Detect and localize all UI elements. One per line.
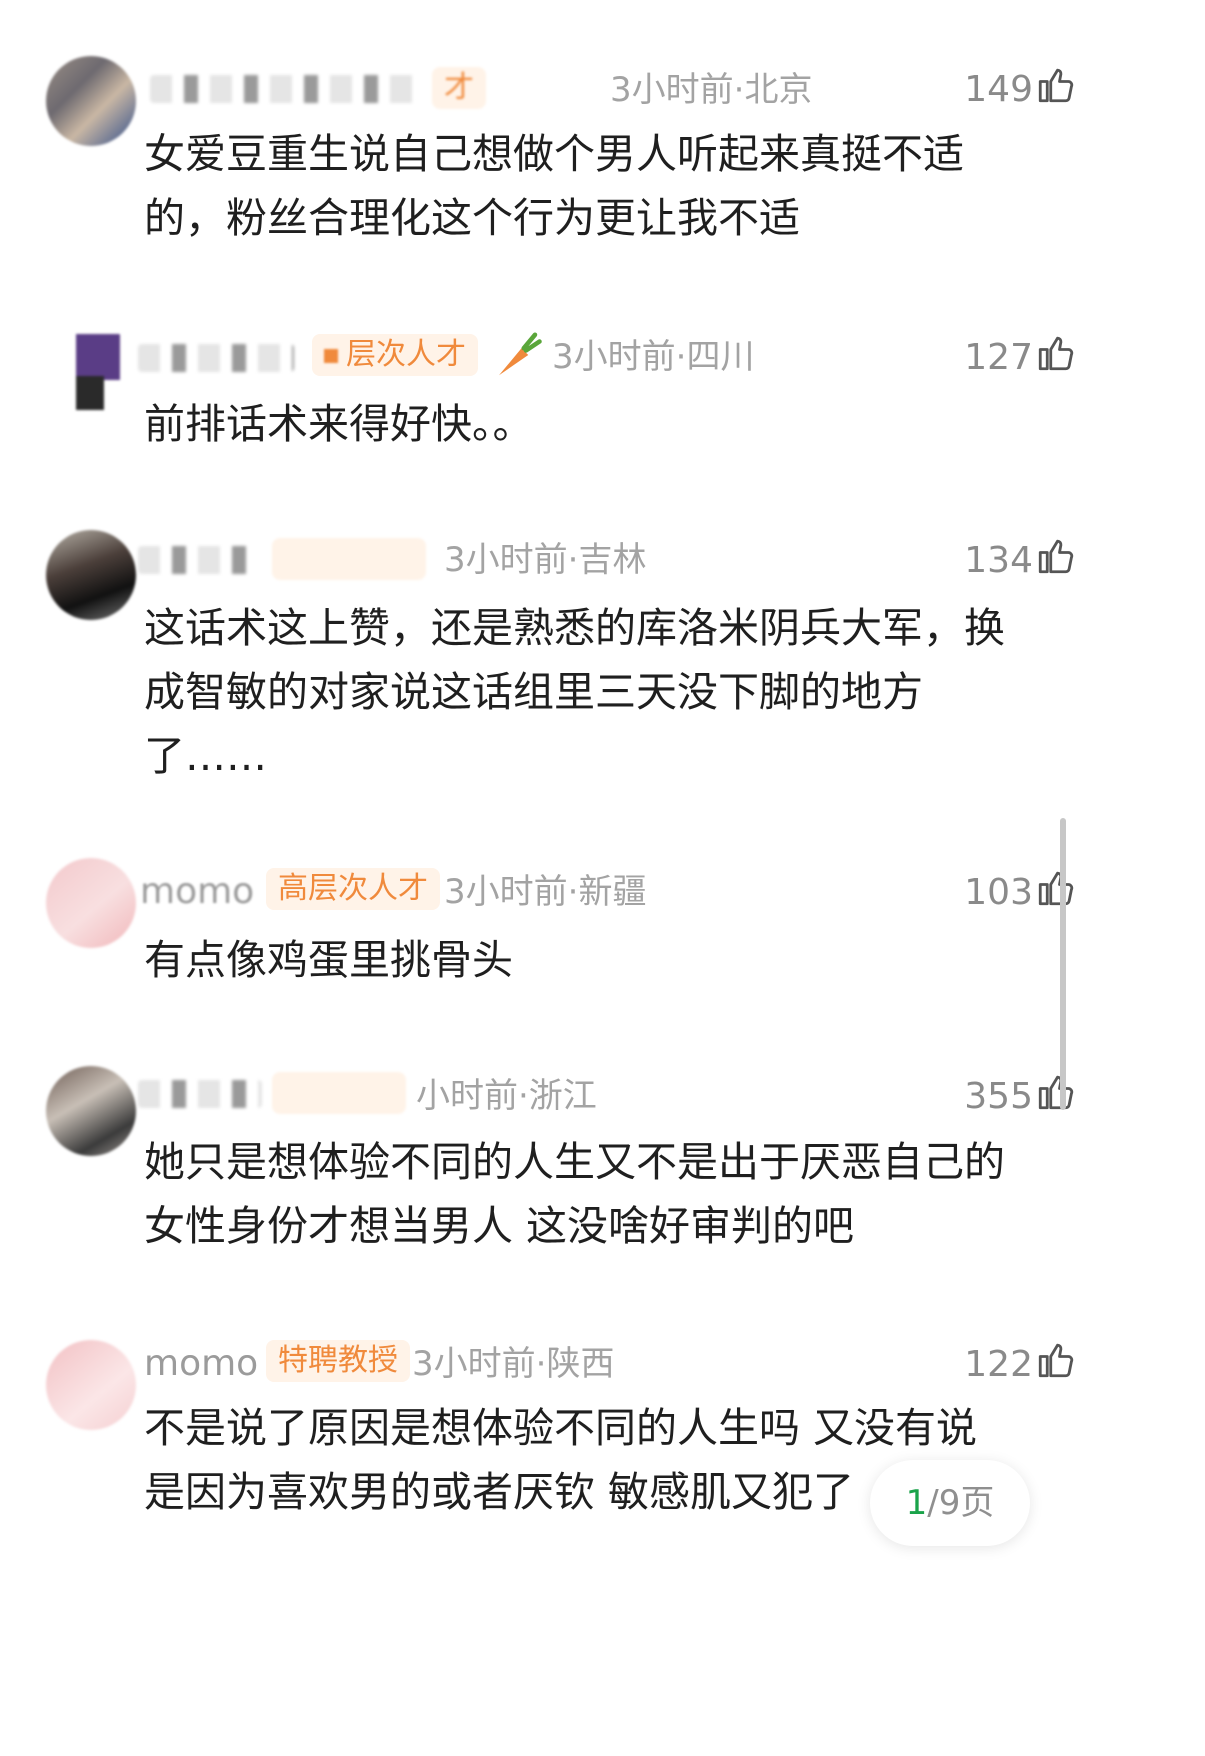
total-pages: /9页	[927, 1483, 995, 1523]
avatar[interactable]	[46, 1066, 136, 1156]
user-badge: 特聘教授	[266, 1340, 410, 1382]
comment-meta: 小时前·浙江	[416, 1076, 597, 1116]
username-redacted[interactable]	[138, 546, 256, 574]
comment-meta: 3小时前·吉林	[444, 540, 647, 580]
user-badge-redacted	[272, 538, 426, 580]
avatar[interactable]	[46, 324, 136, 414]
comment-text: 她只是想体验不同的人生又不是出于厌恶自己的 女性身份才想当男人 这没啥好审判的吧	[144, 1138, 1005, 1250]
page-indicator[interactable]: 1/9页	[870, 1460, 1030, 1546]
user-badge: 才	[432, 67, 486, 109]
like-count: 355	[964, 1076, 1033, 1117]
thumbs-up-icon[interactable]	[1035, 64, 1077, 106]
avatar[interactable]	[46, 56, 136, 146]
carrot-icon	[499, 332, 542, 376]
thumbs-up-icon[interactable]	[1035, 332, 1077, 374]
comment-text: 有点像鸡蛋里挑骨头	[144, 936, 513, 984]
like-count: 149	[964, 69, 1033, 110]
username[interactable]: momo	[140, 872, 254, 912]
comment-meta: 3小时前·新疆	[444, 872, 647, 912]
scrollbar[interactable]	[1060, 818, 1066, 1110]
current-page: 1	[905, 1483, 928, 1523]
comment-meta: 3小时前·四川	[552, 337, 755, 377]
thumbs-up-icon[interactable]	[1035, 535, 1077, 577]
like-count: 103	[964, 872, 1033, 913]
comment-meta: 3小时前·北京	[610, 70, 813, 110]
like-count: 134	[964, 540, 1033, 581]
thumbs-up-icon[interactable]	[1035, 867, 1077, 909]
user-badge-redacted	[272, 1072, 406, 1114]
avatar[interactable]	[46, 858, 136, 948]
username-redacted[interactable]	[138, 1080, 262, 1108]
avatar[interactable]	[46, 1340, 136, 1430]
username-redacted[interactable]	[150, 75, 420, 103]
user-badge: 层次人才	[312, 334, 478, 376]
username-redacted[interactable]	[138, 344, 294, 372]
avatar[interactable]	[46, 530, 136, 620]
user-badge: 高层次人才	[266, 868, 440, 910]
like-count: 122	[964, 1344, 1033, 1385]
like-count: 127	[964, 337, 1033, 378]
comment-text: 女爱豆重生说自己想做个男人听起来真挺不适 的，粉丝合理化这个行为更让我不适	[144, 130, 964, 242]
comment-text: 前排话术来得好快。。	[144, 400, 534, 448]
thumbs-up-icon[interactable]	[1035, 1339, 1077, 1381]
username[interactable]: momo	[144, 1344, 258, 1384]
comment-meta: 3小时前·陕西	[412, 1344, 615, 1384]
thumbs-up-icon[interactable]	[1035, 1071, 1077, 1113]
comment-text: 这话术这上赞，还是熟悉的库洛米阴兵大军，换 成智敏的对家说这话组里三天没下脚的地…	[144, 604, 1005, 780]
